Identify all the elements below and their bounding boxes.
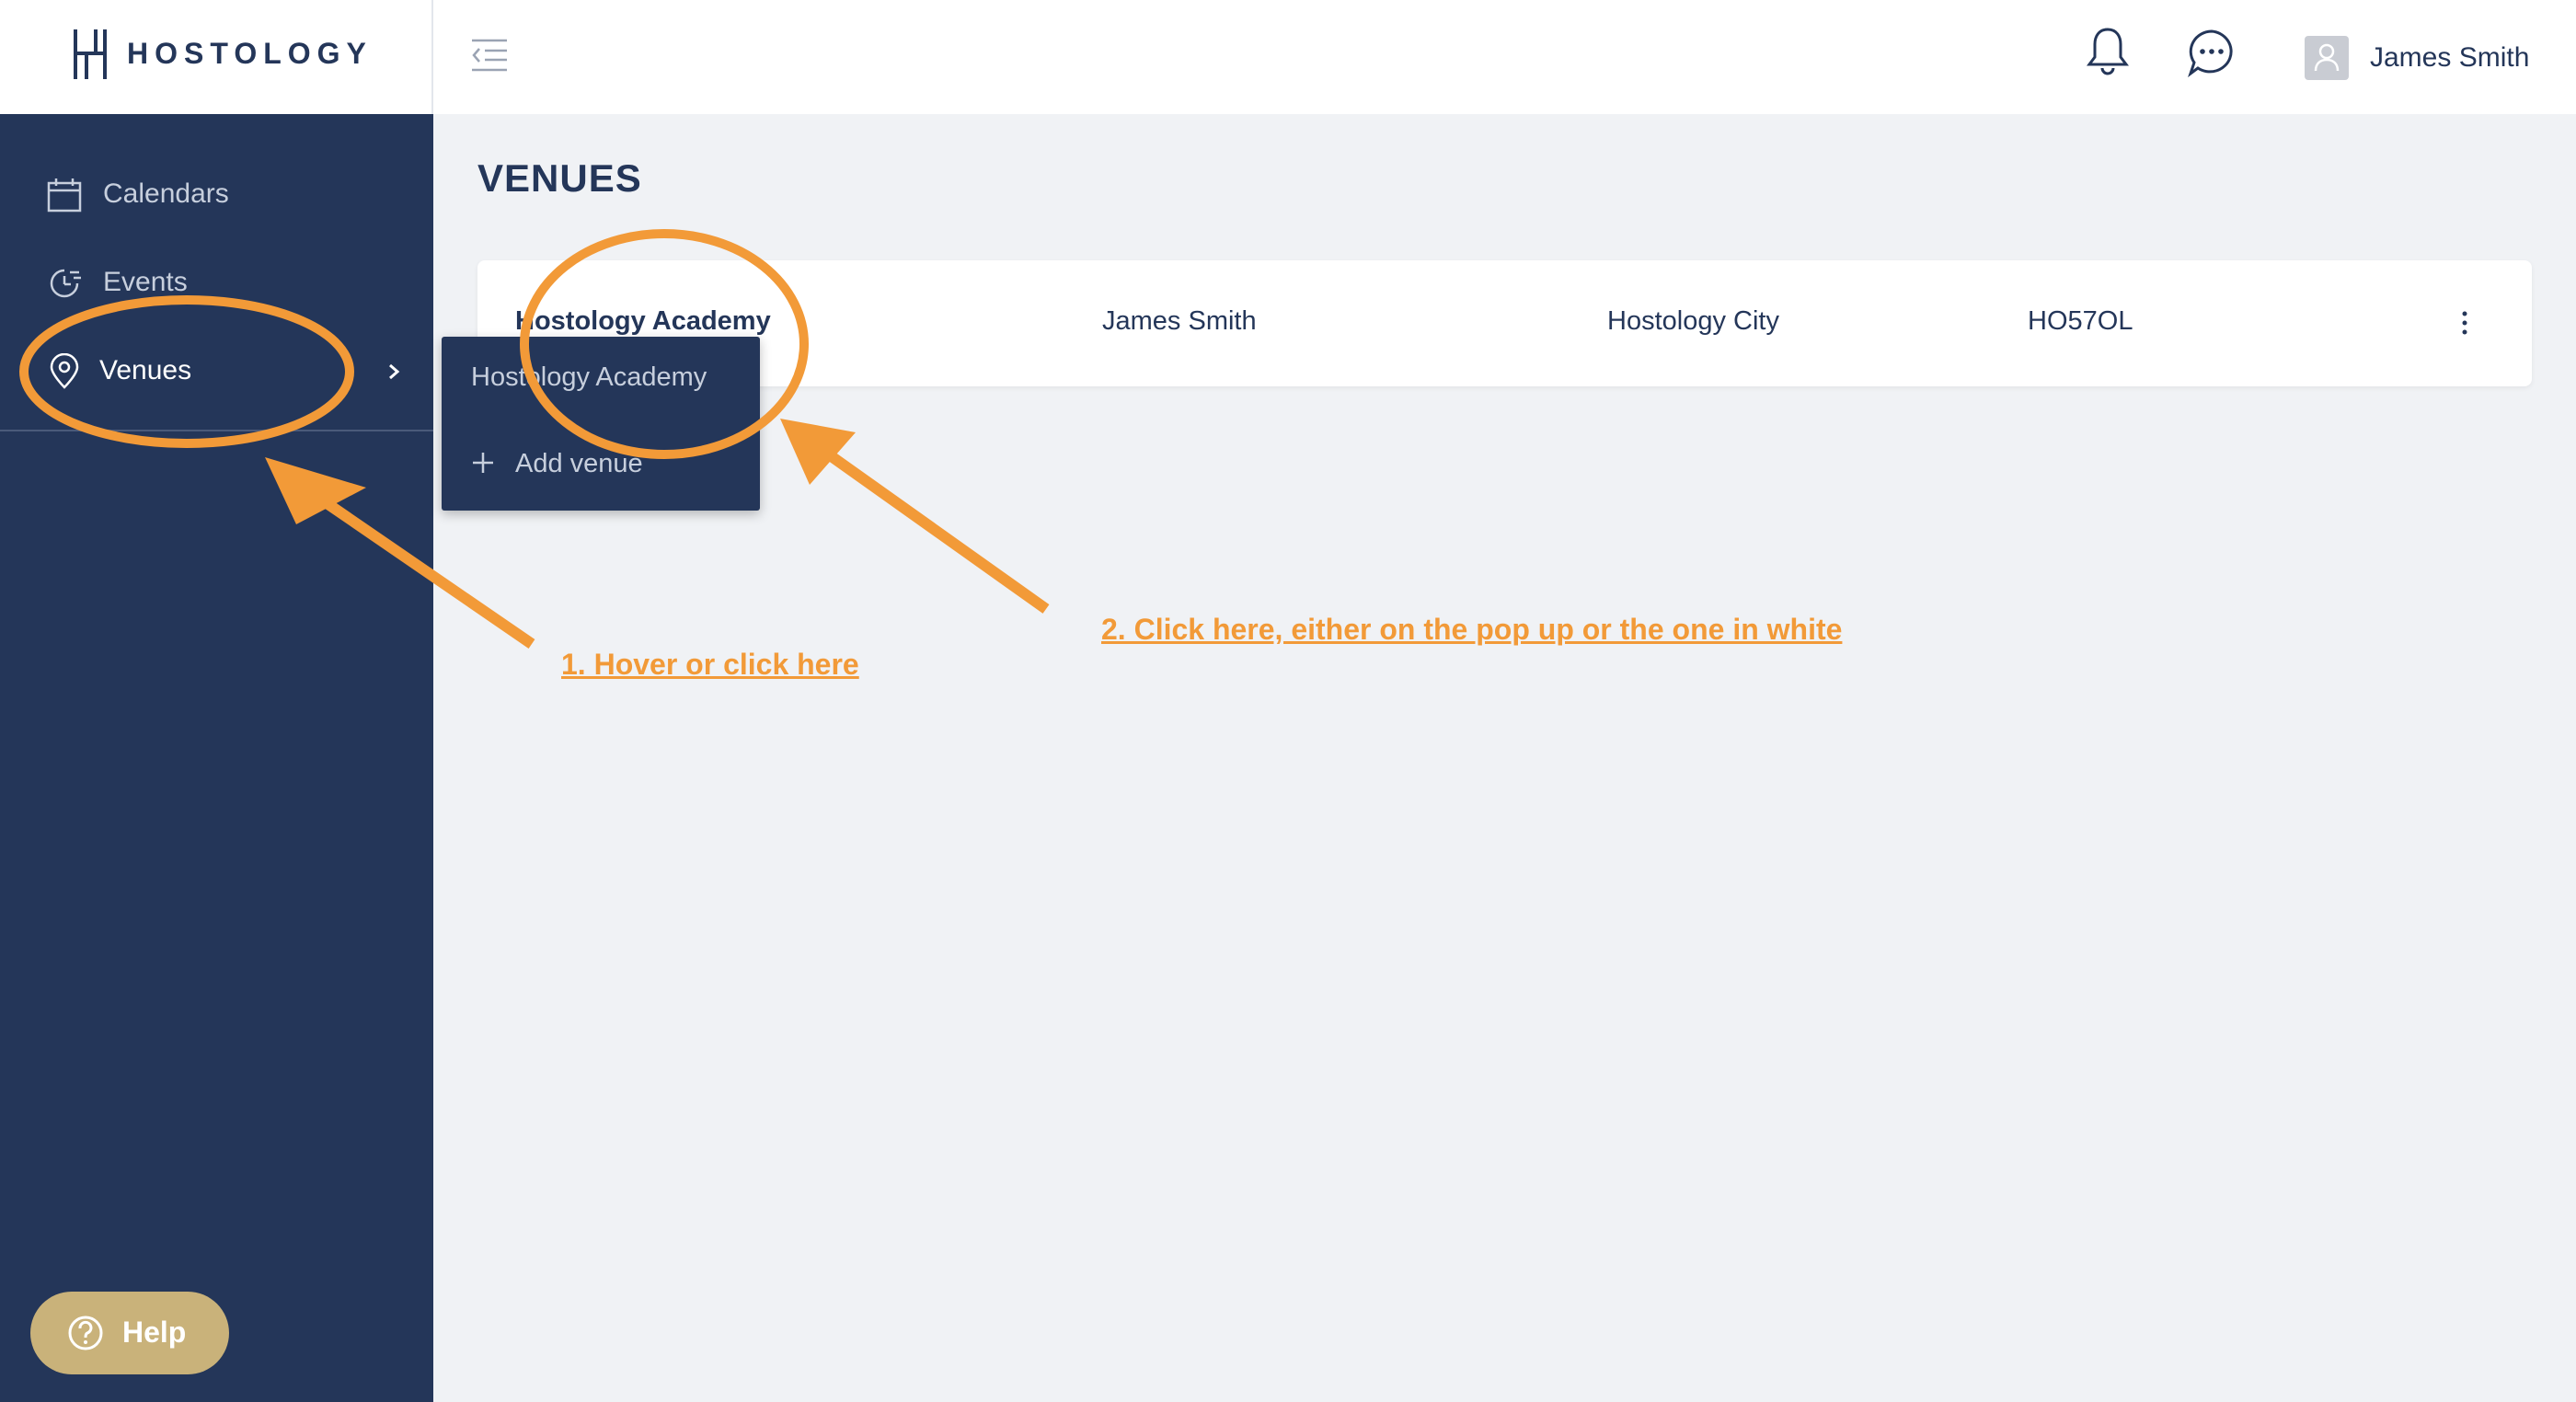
more-options-icon[interactable]	[2455, 305, 2474, 341]
venues-flyout-menu: Hostology Academy Add venue	[442, 337, 760, 511]
user-name[interactable]: James Smith	[2370, 42, 2529, 74]
logo-area[interactable]: HOSTOLOGY	[0, 0, 433, 114]
hostology-logo-icon	[74, 29, 107, 79]
help-button[interactable]: Help	[30, 1292, 229, 1374]
plus-icon	[473, 453, 493, 473]
sidebar: HOSTOLOGY Calendars Events Venues Help	[0, 0, 433, 1402]
sidebar-item-label: Events	[103, 267, 188, 297]
annotation-step-2: 2. Click here, either on the pop up or t…	[1101, 613, 1843, 646]
location-pin-icon	[50, 353, 79, 389]
sidebar-item-venues[interactable]: Venues	[0, 335, 433, 408]
venue-city: Hostology City	[1607, 306, 1779, 336]
annotation-arrow-2-head	[780, 419, 856, 485]
venue-owner: James Smith	[1102, 306, 1257, 336]
top-bar: James Smith	[433, 0, 2576, 114]
add-venue-label: Add venue	[515, 449, 643, 478]
sidebar-item-events[interactable]: Events	[0, 247, 433, 320]
chat-icon[interactable]	[2187, 28, 2237, 77]
sidebar-item-calendars[interactable]: Calendars	[0, 158, 433, 232]
calendar-icon	[47, 178, 82, 213]
avatar[interactable]	[2305, 36, 2349, 80]
table-row[interactable]: Hostology Academy James Smith Hostology …	[477, 260, 2532, 386]
sidebar-item-label: Calendars	[103, 178, 229, 209]
page-title: VENUES	[477, 156, 642, 200]
chevron-right-icon	[389, 363, 400, 380]
help-icon	[68, 1316, 103, 1350]
sidebar-item-label: Venues	[99, 355, 192, 385]
collapse-menu-icon[interactable]	[470, 37, 509, 74]
annotation-arrow-2-shaft	[829, 453, 1050, 614]
annotation-step-1: 1. Hover or click here	[561, 648, 859, 681]
venue-code: HO57OL	[2028, 306, 2133, 336]
clock-icon	[50, 269, 81, 298]
user-icon	[2314, 43, 2340, 72]
sidebar-divider	[0, 430, 433, 431]
flyout-venue-item[interactable]: Hostology Academy	[471, 362, 707, 393]
venue-name[interactable]: Hostology Academy	[515, 306, 771, 337]
help-label: Help	[122, 1316, 187, 1349]
brand-name: HOSTOLOGY	[127, 37, 373, 70]
bell-icon[interactable]	[2085, 26, 2131, 77]
